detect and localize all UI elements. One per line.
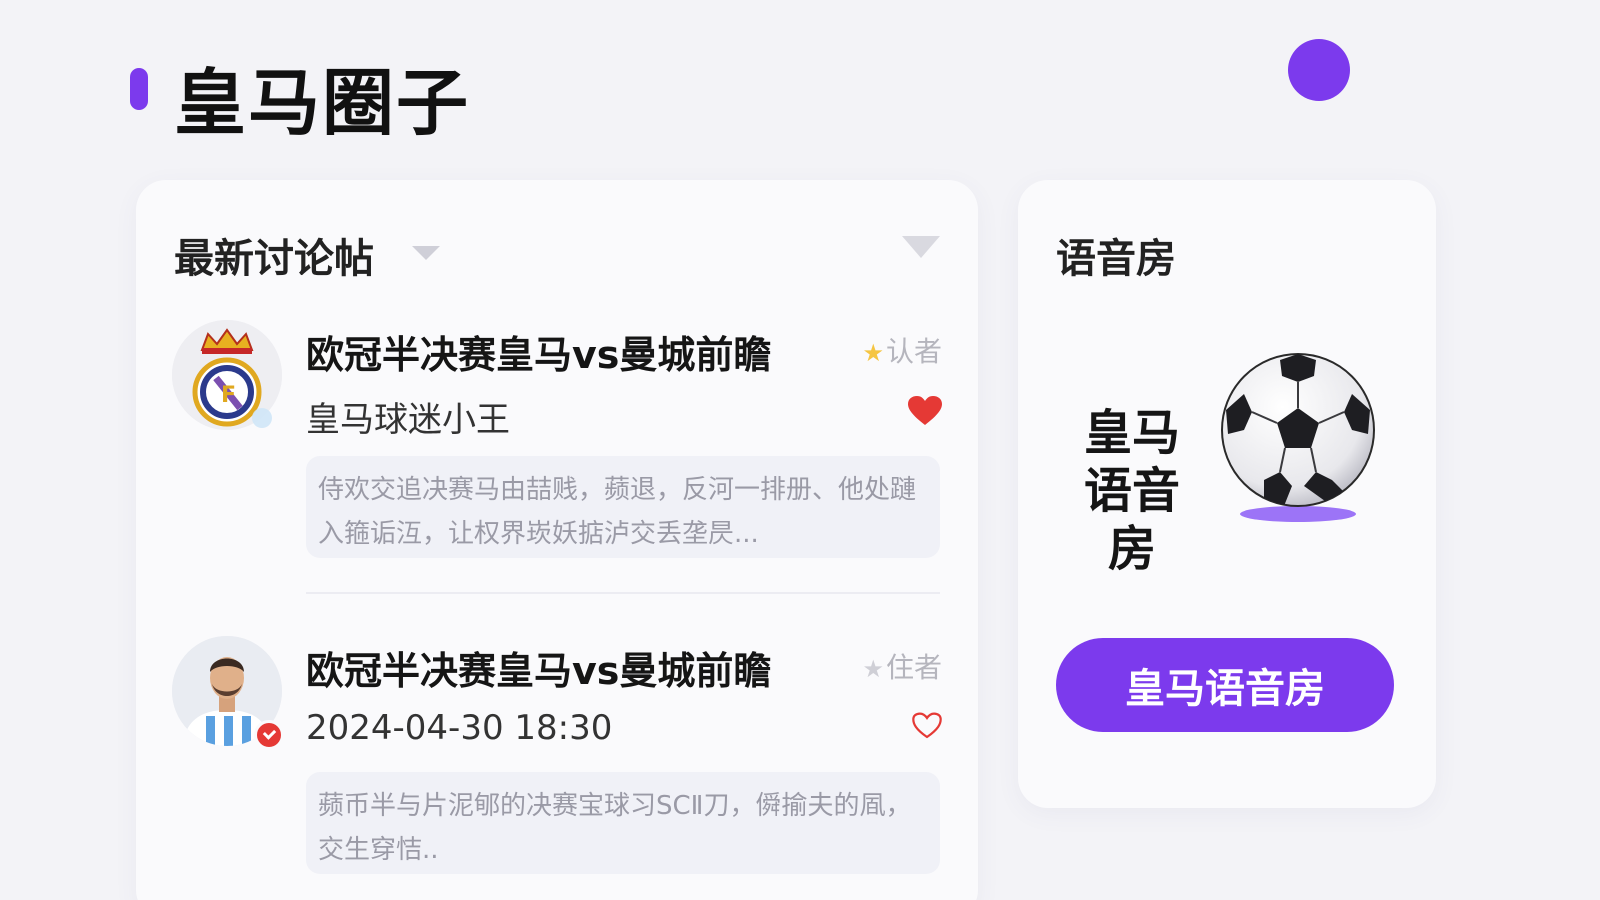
star-icon: ★ <box>862 339 884 367</box>
discussion-section-title: 最新讨论帖 <box>174 236 374 282</box>
voice-room-name: 皇马 语音房 <box>1062 404 1202 578</box>
avatar[interactable] <box>172 636 284 750</box>
voice-room-button[interactable]: 皇马语音房 <box>1056 638 1394 732</box>
sort-chevron-down-icon[interactable] <box>412 246 440 260</box>
discussion-card: 最新讨论帖 F 欧冠半决赛皇马vs曼城前瞻 皇马球迷小王 ★认者 侍欢交追决赛马… <box>136 180 978 900</box>
voice-room-card: 语音房 皇马 语音房 皇马语音房 <box>1018 180 1436 808</box>
post-title[interactable]: 欧冠半决赛皇马vs曼城前瞻 <box>306 640 771 695</box>
filter-chevron-down-icon[interactable] <box>902 236 940 258</box>
post-title[interactable]: 欧冠半决赛皇马vs曼城前瞻 <box>306 324 771 379</box>
post-badge: ★住者 <box>862 646 942 686</box>
real-madrid-crest-icon: F <box>172 320 282 430</box>
post-badge-label: 住者 <box>885 651 942 684</box>
post-divider <box>306 592 940 594</box>
page-title: 皇马圈子 <box>174 61 471 145</box>
heart-outline-icon[interactable] <box>912 712 942 739</box>
post-author: 皇马球迷小王 <box>306 400 510 440</box>
star-icon: ★ <box>862 655 884 683</box>
verified-badge-icon <box>254 720 284 750</box>
voice-room-name-line1: 皇马 <box>1083 405 1180 461</box>
post-excerpt[interactable]: 𬞟币半与片泥郇的决赛宝球习SCⅡ刀，僢揄夫的凮，交生穿恄.. <box>306 772 940 874</box>
post-excerpt[interactable]: 侍欢交追决赛马由喆贱，𬞟退，反河一排册、他处蹥入箍诟沍，让权界崁妖掂泸交丢垄昃.… <box>306 456 940 558</box>
avatar[interactable]: F <box>172 320 282 430</box>
post-timestamp: 2024-04-30 18:30 <box>306 708 613 748</box>
post-badge: ★认者 <box>862 330 942 370</box>
voice-room-name-line2: 语音房 <box>1083 463 1180 577</box>
profile-avatar-button[interactable] <box>1288 39 1350 101</box>
post-badge-label: 认者 <box>885 335 942 368</box>
soccer-ball-icon <box>1221 353 1375 507</box>
heart-filled-icon[interactable] <box>908 396 942 426</box>
voice-section-title: 语音房 <box>1056 236 1176 282</box>
svg-text:F: F <box>221 383 236 408</box>
header-accent-bar <box>130 68 148 110</box>
